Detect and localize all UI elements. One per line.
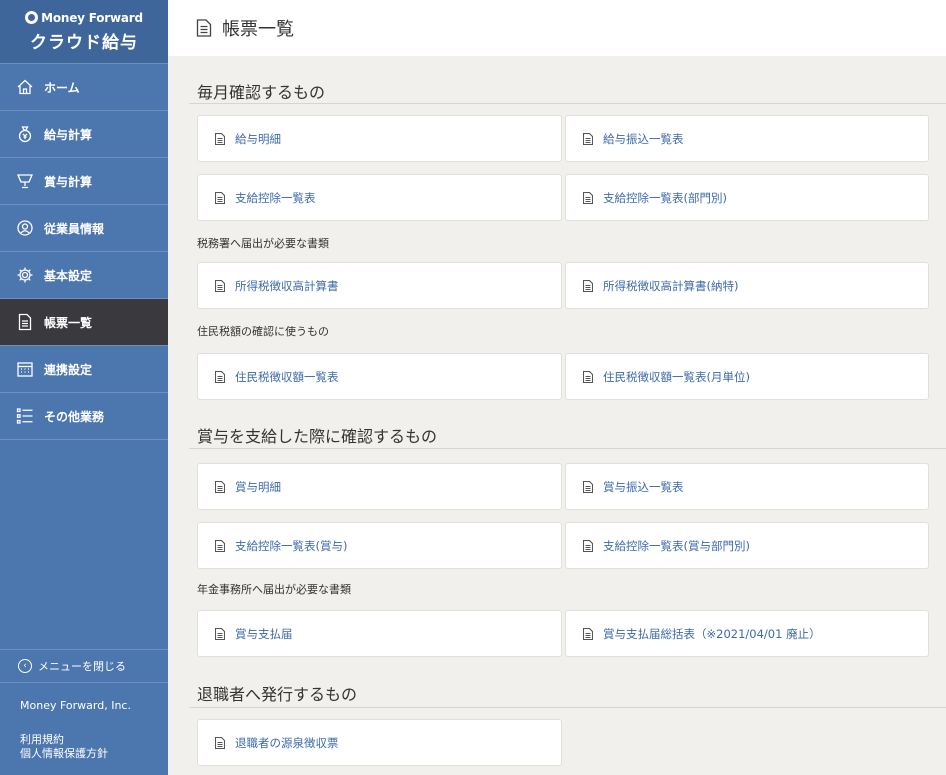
document-icon [215,627,225,640]
section-divider [189,103,946,104]
subsection-title-tax-office: 税務署へ届出が必要な書類 [197,237,329,250]
person-icon [16,219,34,237]
report-card-label: 支給控除一覧表 [235,190,316,205]
close-menu-button[interactable]: ‹ メニューを閉じる [0,649,168,683]
close-menu-label: メニューを閉じる [38,660,126,673]
sidebar-item-label: 給与計算 [44,127,93,142]
report-card-label: 所得税徴収高計算書(納特) [603,278,739,293]
document-icon [196,19,212,37]
report-card-label: 所得税徴収高計算書 [235,278,339,293]
report-card-resident-tax-list-monthly[interactable]: 住民税徴収額一覧表(月単位) [565,353,929,400]
report-card-resident-tax-list[interactable]: 住民税徴収額一覧表 [197,353,562,400]
sidebar-item-salary[interactable]: 給与計算 [0,111,168,158]
document-icon [215,539,225,552]
report-card-label: 支給控除一覧表(賞与) [235,538,348,553]
report-card-bonus-transfer-list[interactable]: 賞与振込一覧表 [565,463,929,510]
money-forward-logo-icon [25,11,39,24]
document-icon [215,191,225,204]
report-card-bonus-payment-summary[interactable]: 賞与支払届総括表（※2021/04/01 廃止） [565,610,929,657]
report-card-label: 退職者の源泉徴収票 [235,735,339,750]
report-card-salary-transfer-list[interactable]: 給与振込一覧表 [565,115,929,162]
document-icon [215,132,225,145]
sidebar-item-label: 帳票一覧 [44,315,93,330]
report-card-bonus-slip[interactable]: 賞与明細 [197,463,562,510]
document-icon [215,736,225,749]
document-icon [215,279,225,292]
report-card-label: 支給控除一覧表(部門別) [603,190,727,205]
document-icon [16,313,34,331]
brand-logo[interactable]: Money Forward クラウド給与 [0,0,168,64]
money-bag-icon [16,125,34,143]
document-icon [583,279,593,292]
report-card-label: 支給控除一覧表(賞与部門別) [603,538,750,553]
section-title-retired: 退職者へ発行するもの [197,685,358,704]
report-card-payment-deduction-list-by-dept[interactable]: 支給控除一覧表(部門別) [565,174,929,221]
report-card-income-tax-calc-special[interactable]: 所得税徴収高計算書(納特) [565,262,929,309]
sidebar-item-label: 基本設定 [44,268,93,283]
document-icon [583,191,593,204]
sidebar-item-label: 従業員情報 [44,221,105,236]
section-divider [189,707,946,708]
brand-name: Money Forward [41,10,143,25]
calendar-icon [16,360,34,378]
section-title-monthly: 毎月確認するもの [197,83,326,102]
report-card-label: 賞与支払届 [235,626,293,641]
report-card-label: 賞与支払届総括表（※2021/04/01 廃止） [603,626,821,641]
document-icon [583,627,593,640]
sidebar-item-other[interactable]: その他業務 [0,393,168,440]
report-card-bonus-payment-report[interactable]: 賞与支払届 [197,610,562,657]
sidebar-item-integration[interactable]: 連携設定 [0,346,168,393]
trophy-icon [16,172,34,190]
report-card-label: 給与明細 [235,131,281,146]
sidebar-item-settings[interactable]: 基本設定 [0,252,168,299]
chevron-left-icon: ‹ [18,659,32,673]
page-header: 帳票一覧 [168,0,946,56]
document-icon [583,539,593,552]
report-card-salary-slip[interactable]: 給与明細 [197,115,562,162]
report-card-label: 住民税徴収額一覧表(月単位) [603,369,750,384]
gear-icon [16,266,34,284]
product-name: クラウド給与 [30,32,138,53]
document-icon [215,370,225,383]
report-card-income-tax-calc[interactable]: 所得税徴収高計算書 [197,262,562,309]
footer-links: 利用規約 個人情報保護方針 [0,723,168,775]
report-card-label: 賞与振込一覧表 [603,479,684,494]
sidebar-item-label: 賞与計算 [44,174,93,189]
report-card-bonus-payment-deduction-list[interactable]: 支給控除一覧表(賞与) [197,522,562,569]
main-content: 毎月確認するもの 給与明細 給与振込一覧表 支給控除一覧表 支給控除一覧表(部門… [168,56,946,775]
terms-link[interactable]: 利用規約 [0,733,168,747]
subsection-title-resident-tax: 住民税額の確認に使うもの [197,325,329,338]
sidebar-item-employees[interactable]: 従業員情報 [0,205,168,252]
section-divider [189,448,946,449]
report-card-label: 住民税徴収額一覧表 [235,369,339,384]
sidebar-item-label: 連携設定 [44,362,93,377]
section-title-bonus: 賞与を支給した際に確認するもの [197,427,438,446]
sidebar-footer: ‹ メニューを閉じる Money Forward, Inc. 利用規約 個人情報… [0,649,168,775]
subsection-title-pension-office: 年金事務所へ届出が必要な書類 [197,583,351,596]
sidebar-item-label: その他業務 [44,409,105,424]
document-icon [583,370,593,383]
company-name: Money Forward, Inc. [20,699,131,712]
sidebar-item-bonus[interactable]: 賞与計算 [0,158,168,205]
report-card-label: 給与振込一覧表 [603,131,684,146]
sidebar: Money Forward クラウド給与 ホーム 給与計算 賞与計算 従業員情報… [0,0,168,775]
sidebar-item-reports[interactable]: 帳票一覧 [0,299,168,346]
document-icon [583,480,593,493]
privacy-link[interactable]: 個人情報保護方針 [0,747,168,761]
report-card-bonus-payment-deduction-list-by-dept[interactable]: 支給控除一覧表(賞与部門別) [565,522,929,569]
document-icon [583,132,593,145]
report-card-withholding-slip-retired[interactable]: 退職者の源泉徴収票 [197,719,562,766]
report-card-payment-deduction-list[interactable]: 支給控除一覧表 [197,174,562,221]
report-card-label: 賞与明細 [235,479,281,494]
home-icon [16,78,34,96]
document-icon [215,480,225,493]
list-icon [16,407,34,425]
sidebar-item-label: ホーム [44,80,80,95]
sidebar-item-home[interactable]: ホーム [0,64,168,111]
page-title: 帳票一覧 [222,19,294,40]
